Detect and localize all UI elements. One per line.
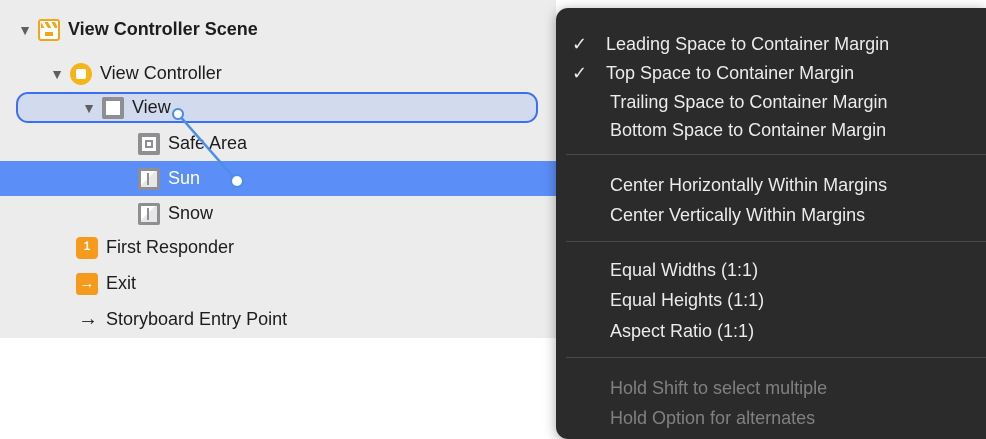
menu-separator: [566, 357, 986, 358]
menu-item-center-horizontally[interactable]: Center Horizontally Within Margins: [556, 171, 986, 199]
menu-item-aspect-ratio[interactable]: Aspect Ratio (1:1): [556, 317, 986, 345]
outline-row-label: First Responder: [106, 237, 235, 257]
checkmark-icon: ✓: [572, 62, 588, 83]
menu-item-trailing-space[interactable]: Trailing Space to Container Margin: [556, 88, 986, 116]
disclosure-triangle-icon[interactable]: ▼: [48, 66, 66, 82]
safe-area-icon: [138, 132, 160, 155]
outline-row-label: View: [132, 97, 171, 117]
menu-hint-label: Hold Shift to select multiple: [610, 377, 828, 398]
entry-point-arrow-icon: →: [78, 308, 98, 330]
outline-row-label: Exit: [106, 273, 137, 293]
document-outline: ▼ View Controller Scene ▼ View Controlle…: [0, 0, 694, 338]
menu-item-equal-widths[interactable]: Equal Widths (1:1): [556, 256, 986, 284]
constraint-context-menu: ✓ Leading Space to Container Margin ✓ To…: [556, 8, 986, 439]
menu-item-label: Trailing Space to Container Margin: [610, 91, 888, 112]
image-view-icon: [138, 202, 160, 225]
menu-hint-option: Hold Option for alternates: [556, 404, 986, 432]
image-view-icon: [138, 167, 160, 190]
menu-item-label: Equal Widths (1:1): [610, 259, 759, 280]
outline-row-label: Storyboard Entry Point: [106, 309, 288, 329]
menu-item-top-space[interactable]: ✓ Top Space to Container Margin: [556, 59, 986, 87]
view-controller-icon: [70, 62, 92, 85]
scene-icon: [38, 18, 60, 41]
outline-row-label: View Controller: [100, 63, 222, 83]
menu-item-label: Bottom Space to Container Margin: [610, 119, 887, 140]
menu-item-leading-space[interactable]: ✓ Leading Space to Container Margin: [556, 30, 986, 58]
outline-row-label: Safe Area: [168, 133, 248, 153]
menu-item-label: Equal Heights (1:1): [610, 289, 765, 310]
menu-item-label: Center Horizontally Within Margins: [610, 174, 888, 195]
outline-row-first-responder[interactable]: First Responder: [0, 230, 632, 265]
menu-item-label: Aspect Ratio (1:1): [610, 320, 755, 341]
disclosure-triangle-icon[interactable]: ▼: [80, 100, 98, 116]
menu-separator: [566, 154, 986, 155]
menu-item-center-vertically[interactable]: Center Vertically Within Margins: [556, 201, 986, 229]
view-icon: [102, 96, 124, 119]
menu-hint-label: Hold Option for alternates: [610, 407, 816, 428]
menu-separator: [566, 241, 986, 242]
outline-row-view[interactable]: ▼ View: [0, 90, 636, 125]
exit-icon: [76, 272, 98, 295]
menu-hint-shift: Hold Shift to select multiple: [556, 374, 986, 402]
menu-item-equal-heights[interactable]: Equal Heights (1:1): [556, 286, 986, 314]
menu-item-label: Leading Space to Container Margin: [606, 33, 890, 54]
menu-item-bottom-space[interactable]: Bottom Space to Container Margin: [556, 116, 986, 144]
first-responder-icon: [76, 236, 98, 259]
menu-item-label: Top Space to Container Margin: [606, 62, 855, 83]
disclosure-triangle-icon[interactable]: ▼: [16, 22, 34, 38]
outline-row-label: Sun: [168, 168, 201, 188]
outline-row-label: Snow: [168, 203, 214, 223]
outline-row-exit[interactable]: Exit: [0, 266, 632, 301]
outline-row-storyboard-entry-point[interactable]: → Storyboard Entry Point: [0, 302, 632, 337]
outline-row-view-controller[interactable]: ▼ View Controller: [0, 56, 604, 91]
menu-item-label: Center Vertically Within Margins: [610, 204, 866, 225]
outline-row-view-controller-scene[interactable]: ▼ View Controller Scene: [0, 12, 572, 47]
checkmark-icon: ✓: [572, 33, 588, 54]
outline-row-label: View Controller Scene: [68, 19, 258, 39]
